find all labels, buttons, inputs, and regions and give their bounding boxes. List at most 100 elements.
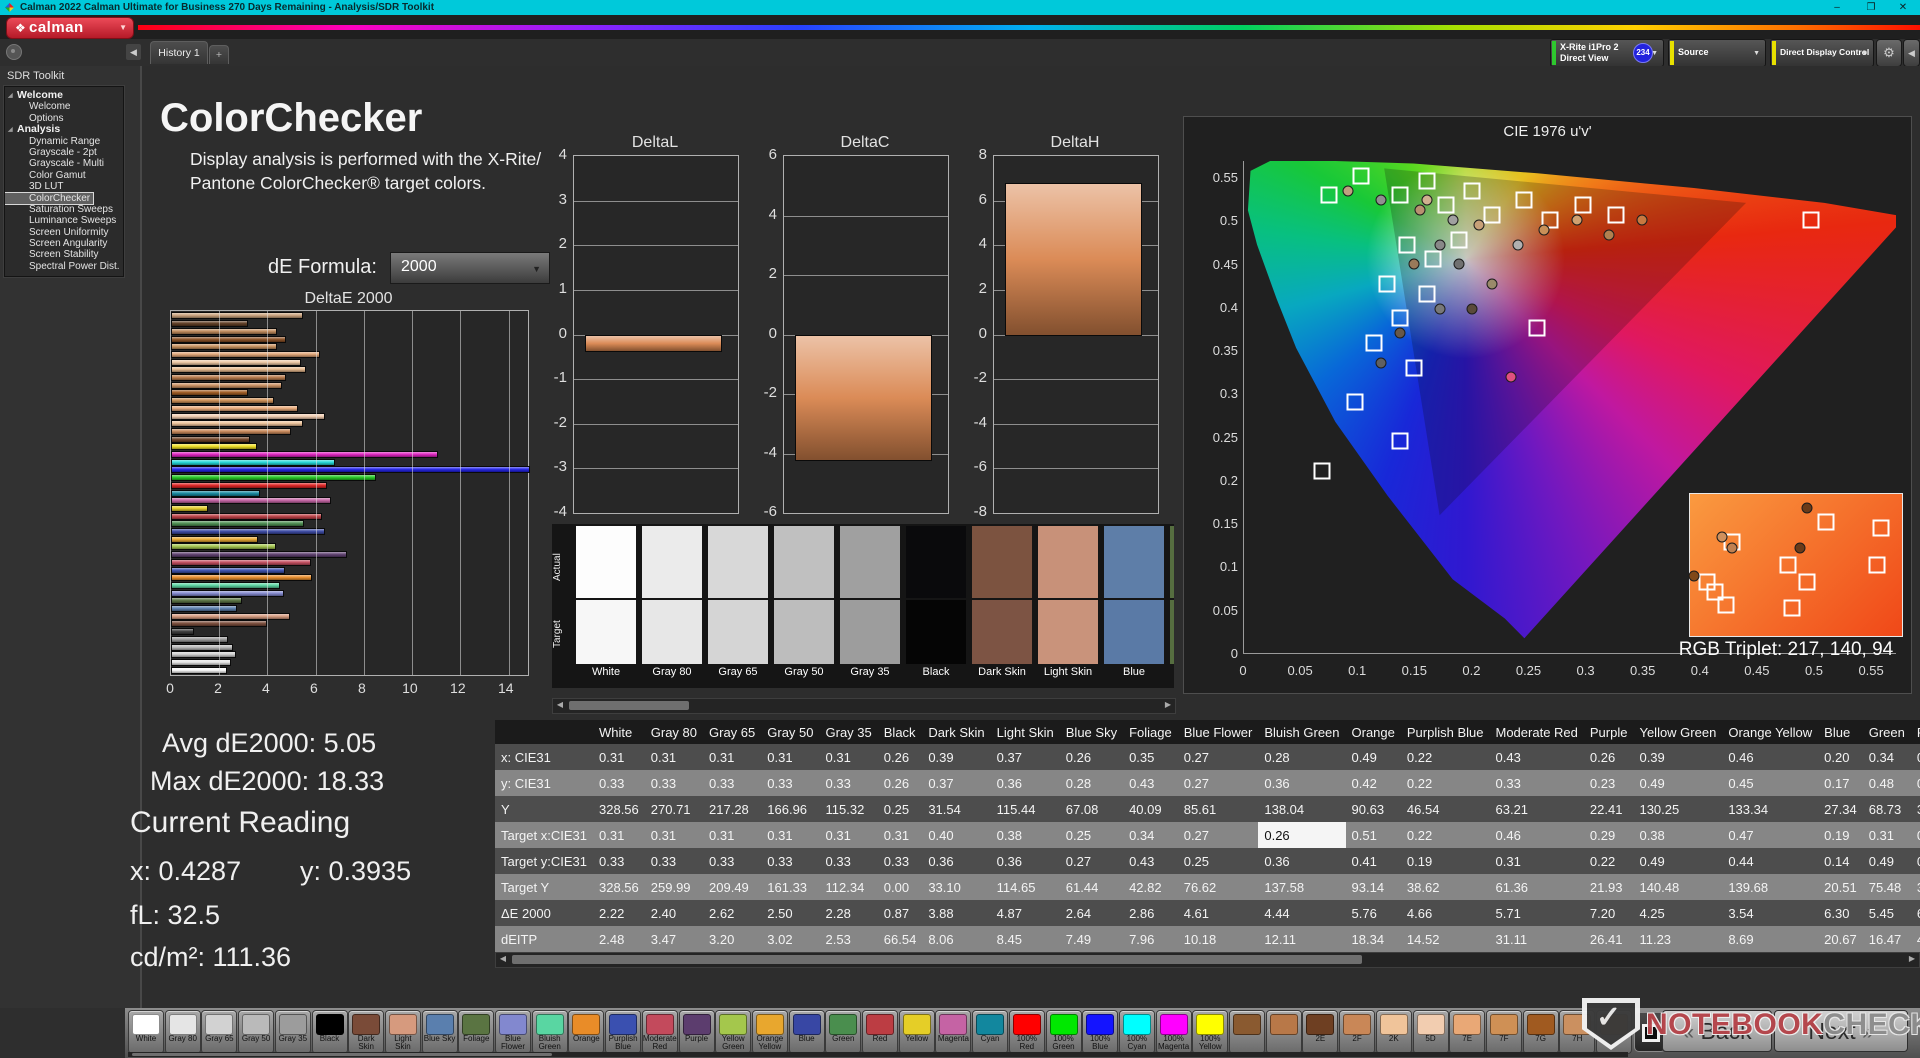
sidebar-item-screen-uniformity[interactable]: Screen Uniformity — [5, 227, 123, 238]
table-cell[interactable]: 16.47 — [1862, 926, 1911, 952]
table-cell[interactable]: 139.68 — [1722, 874, 1819, 900]
table-cell[interactable]: 0.20 — [1818, 744, 1863, 770]
table-cell[interactable]: 0.23 — [1583, 770, 1634, 796]
patch-button-gray-80[interactable]: Gray 80 — [164, 1010, 201, 1054]
table-cell[interactable]: 6.17 — [1910, 900, 1920, 926]
tab-history-1[interactable]: History 1 — [150, 41, 208, 64]
table-cell[interactable]: 31.11 — [1489, 926, 1584, 952]
table-cell[interactable]: 0.43 — [1123, 848, 1178, 874]
table-cell[interactable]: 0.17 — [1818, 770, 1863, 796]
table-cell[interactable]: 7.96 — [1123, 926, 1178, 952]
table-cell[interactable]: 10.18 — [1177, 926, 1259, 952]
table-cell[interactable]: 4.87 — [990, 900, 1060, 926]
patch-button-100-yellow[interactable]: 100% Yellow — [1192, 1010, 1229, 1054]
sidebar-item-spectral-power-dist-[interactable]: Spectral Power Dist. — [5, 261, 123, 272]
sidebar-item-color-gamut[interactable]: Color Gamut — [5, 170, 123, 181]
table-cell[interactable]: 40.40 — [1910, 926, 1920, 952]
patch-button-100-magenta[interactable]: 100% Magenta — [1155, 1010, 1192, 1054]
table-cell[interactable]: 0.28 — [1258, 744, 1346, 770]
table-cell[interactable]: 0.33 — [644, 848, 704, 874]
table-cell[interactable]: 0.48 — [1862, 770, 1911, 796]
table-cell[interactable]: 0.19 — [1400, 848, 1490, 874]
patch-button-7g[interactable]: 7G — [1522, 1010, 1559, 1054]
table-cell[interactable]: 0.45 — [1722, 770, 1819, 796]
table-cell[interactable]: 61.44 — [1059, 874, 1124, 900]
patch-button-2e[interactable]: 2E — [1302, 1010, 1339, 1054]
table-cell[interactable]: 0.33 — [703, 770, 762, 796]
patch-button-100-green[interactable]: 100% Green — [1045, 1010, 1082, 1054]
table-cell[interactable]: 0.87 — [877, 900, 923, 926]
workspace-dot-button[interactable] — [6, 44, 22, 60]
table-cell[interactable]: 5.45 — [1862, 900, 1911, 926]
sidebar-item-dynamic-range[interactable]: Dynamic Range — [5, 136, 123, 147]
patch-button-black[interactable]: Black — [311, 1010, 348, 1054]
patch-button-orange-yellow[interactable]: Orange Yellow — [751, 1010, 788, 1054]
table-cell[interactable]: 0.34 — [1910, 770, 1920, 796]
table-cell[interactable]: 85.61 — [1177, 796, 1259, 822]
table-cell[interactable]: 0.33 — [1489, 770, 1584, 796]
table-cell[interactable]: 4.66 — [1400, 900, 1490, 926]
table-cell[interactable]: 0.36 — [990, 770, 1060, 796]
patch-button-7f[interactable]: 7F — [1485, 1010, 1522, 1054]
table-cell[interactable]: 0.25 — [1177, 848, 1259, 874]
table-cell[interactable]: 0.31 — [877, 822, 923, 848]
table-cell[interactable]: 4.61 — [1177, 900, 1259, 926]
tree-group-analysis[interactable]: ◢ Analysis — [5, 123, 123, 135]
sidebar-item-grayscale-2pt[interactable]: Grayscale - 2pt — [5, 147, 123, 158]
table-cell[interactable]: 0.33 — [644, 770, 704, 796]
table-cell[interactable]: 0.38 — [990, 822, 1060, 848]
table-cell[interactable]: 2.40 — [644, 900, 704, 926]
table-cell[interactable]: 0.42 — [1345, 770, 1401, 796]
table-cell[interactable]: 0.41 — [1345, 848, 1401, 874]
table-cell[interactable]: 0.43 — [1123, 770, 1178, 796]
table-cell[interactable]: 0.26 — [1583, 744, 1634, 770]
table-cell[interactable]: 66.54 — [877, 926, 923, 952]
table-cell[interactable]: 67.08 — [1059, 796, 1124, 822]
table-cell[interactable]: 0.22 — [1583, 848, 1634, 874]
sidebar-item-grayscale-multi[interactable]: Grayscale - Multi — [5, 158, 123, 169]
maximize-button[interactable]: ❐ — [1858, 0, 1884, 15]
table-cell[interactable]: 115.44 — [990, 796, 1060, 822]
table-cell[interactable]: 209.49 — [703, 874, 762, 900]
table-cell[interactable]: 328.56 — [593, 796, 645, 822]
patch-button-red[interactable]: Red — [862, 1010, 898, 1054]
table-cell[interactable]: 4.44 — [1258, 900, 1346, 926]
table-cell[interactable]: 40.09 — [1123, 796, 1178, 822]
sidebar-collapse-button[interactable]: ◀ — [126, 44, 141, 60]
table-cell[interactable]: 115.32 — [819, 796, 878, 822]
table-cell[interactable]: 38.32 — [1910, 874, 1920, 900]
table-cell[interactable]: 0.29 — [1583, 822, 1634, 848]
patch-button-2f[interactable]: 2F — [1339, 1010, 1376, 1054]
table-cell[interactable]: 270.71 — [644, 796, 704, 822]
table-cell[interactable]: 75.48 — [1862, 874, 1911, 900]
table-cell[interactable]: 2.22 — [593, 900, 645, 926]
table-cell[interactable]: 5.76 — [1345, 900, 1401, 926]
table-cell[interactable]: 12.11 — [1258, 926, 1346, 952]
minimize-button[interactable]: – — [1824, 0, 1850, 15]
settings-button[interactable]: ⚙ — [1876, 39, 1902, 67]
patch-button-cyan[interactable]: Cyan — [972, 1010, 1009, 1054]
patch-button-gray-35[interactable]: Gray 35 — [274, 1010, 311, 1054]
table-cell[interactable]: 133.34 — [1722, 796, 1819, 822]
table-cell[interactable]: 0.36 — [922, 848, 991, 874]
table-cell[interactable]: 328.56 — [593, 874, 645, 900]
patch-button-light-skin[interactable]: Light Skin — [384, 1010, 421, 1054]
tab-add-button[interactable]: + — [209, 45, 229, 64]
table-cell[interactable]: 0.22 — [1400, 822, 1490, 848]
table-cell[interactable]: 138.04 — [1258, 796, 1346, 822]
table-cell[interactable]: 0.49 — [1862, 848, 1911, 874]
close-button[interactable]: ✕ — [1890, 0, 1916, 15]
table-cell[interactable]: 2.28 — [819, 900, 878, 926]
table-cell[interactable]: 46.54 — [1400, 796, 1490, 822]
table-cell[interactable]: 0.36 — [1258, 848, 1346, 874]
sidebar-item-saturation-sweeps[interactable]: Saturation Sweeps — [5, 204, 123, 215]
table-cell[interactable]: 4.25 — [1633, 900, 1723, 926]
table-cell[interactable]: 114.65 — [990, 874, 1060, 900]
table-cell[interactable]: 0.27 — [1177, 770, 1259, 796]
table-cell[interactable]: 0.25 — [877, 796, 923, 822]
table-cell[interactable]: 0.25 — [1059, 822, 1124, 848]
table-cell[interactable]: 0.47 — [1722, 822, 1819, 848]
table-cell[interactable]: 0.31 — [593, 822, 645, 848]
table-cell[interactable]: 0.38 — [1633, 822, 1723, 848]
patch-button-orange[interactable]: Orange — [568, 1010, 605, 1054]
